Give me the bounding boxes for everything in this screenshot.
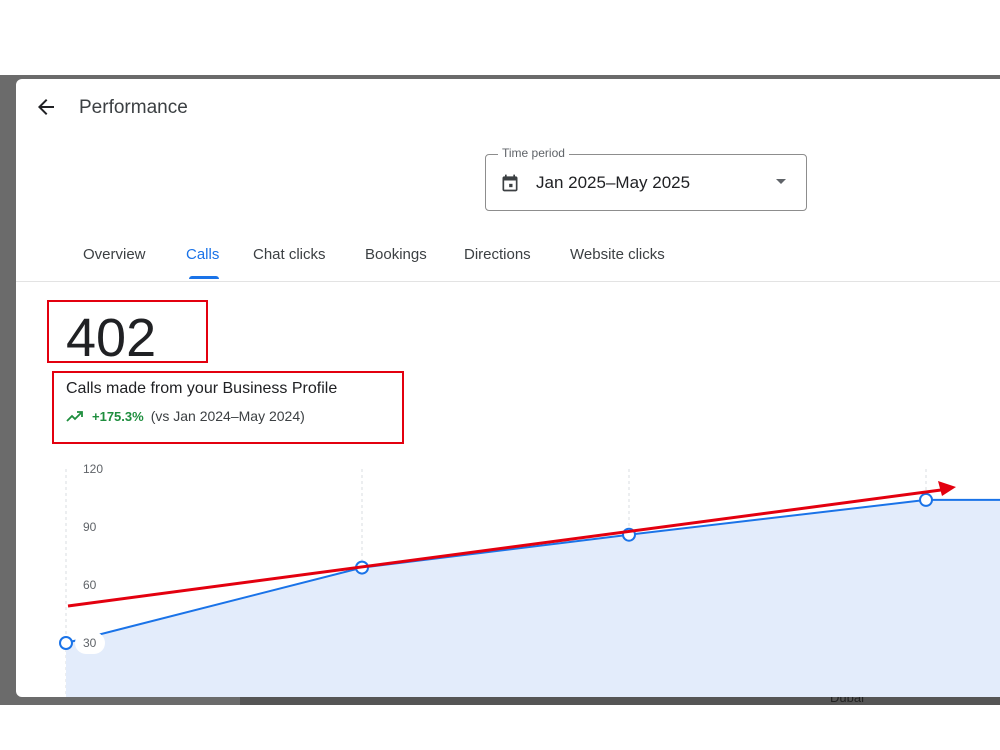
back-button[interactable] — [34, 95, 58, 119]
time-period-label: Time period — [498, 146, 569, 160]
metric-tabs: Overview Calls Chat clicks Bookings Dire… — [16, 239, 1000, 282]
annotation-arrow-head — [938, 481, 956, 496]
y-tick-label: 60 — [83, 578, 97, 592]
data-point — [919, 492, 933, 507]
time-period-value: Jan 2025–May 2025 — [536, 173, 691, 192]
tab-directions[interactable]: Directions — [464, 246, 531, 263]
data-point — [59, 636, 73, 650]
tab-website-clicks[interactable]: Website clicks — [570, 246, 665, 263]
tab-calls[interactable]: Calls — [186, 246, 219, 263]
calls-chart: 120 90 60 30 — [59, 462, 1000, 697]
tab-overview[interactable]: Overview — [83, 246, 146, 263]
tab-chat-clicks[interactable]: Chat clicks — [253, 246, 326, 263]
page-title: Performance — [79, 97, 188, 118]
tab-bookings[interactable]: Bookings — [365, 246, 427, 263]
time-period-select[interactable]: Time period Jan 2025–May 2025 — [485, 146, 807, 211]
calendar-icon — [502, 174, 518, 192]
y-tick-label: 120 — [83, 462, 103, 476]
y-tick-label: 90 — [83, 520, 97, 534]
chevron-down-icon — [776, 179, 786, 184]
dialog-header: Performance — [16, 79, 1000, 139]
y-tick-label: 30 — [83, 636, 97, 650]
performance-dialog: Performance Time period Jan 2025–May 202… — [16, 79, 1000, 697]
annotation-box-metric — [47, 300, 208, 363]
annotation-box-description — [52, 371, 404, 444]
arrow-back-icon — [38, 99, 54, 115]
active-tab-indicator — [189, 276, 219, 279]
series-area — [66, 499, 1000, 697]
